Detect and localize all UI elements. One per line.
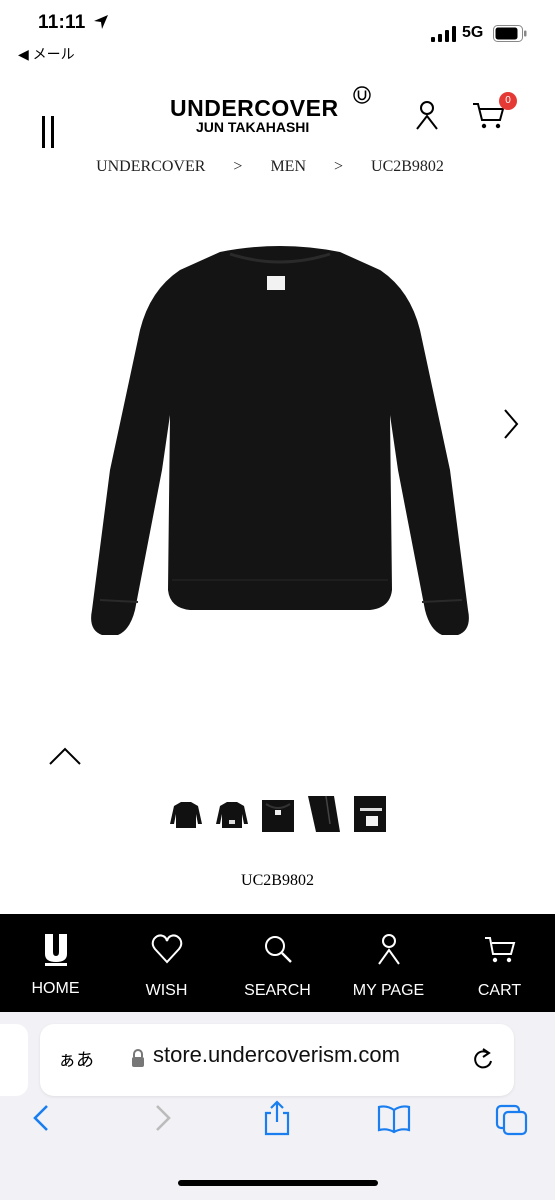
user-icon	[378, 934, 400, 965]
user-icon[interactable]	[414, 100, 440, 130]
brand-designer: JUN TAKAHASHI	[196, 119, 310, 135]
breadcrumb-separator: >	[233, 158, 243, 175]
tabs-icon[interactable]	[495, 1100, 529, 1136]
nav-my-page[interactable]: MY PAGE	[333, 914, 444, 1012]
share-icon[interactable]	[260, 1100, 294, 1136]
thumbnail-strip	[168, 794, 388, 834]
nav-wish-label: WISH	[145, 982, 188, 999]
bottom-nav: HOME WISH SEARCH MY PAGE CART	[0, 914, 555, 1012]
u-logo-icon	[45, 934, 67, 966]
breadcrumb-separator: >	[334, 158, 344, 175]
u-logo-icon	[353, 86, 371, 104]
product-sku: UC2B9802	[241, 872, 314, 889]
product-image[interactable]	[80, 240, 480, 650]
heart-icon	[151, 934, 183, 964]
battery-icon	[493, 25, 527, 42]
brand-logo[interactable]: UNDERCOVER JUN TAKAHASHI	[170, 86, 371, 135]
scroll-up-arrow-icon[interactable]	[48, 746, 82, 766]
thumbnail-back[interactable]	[214, 794, 250, 834]
thumbnail-detail-hem[interactable]	[306, 794, 342, 834]
lock-icon	[132, 1049, 144, 1067]
nav-home[interactable]: HOME	[0, 914, 111, 1012]
cart-icon	[485, 937, 516, 963]
search-icon	[265, 936, 292, 963]
breadcrumb: UNDERCOVER > MEN > UC2B9802	[0, 158, 540, 176]
back-arrow-icon[interactable]	[25, 1100, 59, 1136]
breadcrumb-item-men[interactable]: MEN	[270, 158, 306, 175]
network-type: 5G	[462, 24, 484, 41]
signal-icon	[431, 26, 456, 42]
nav-cart[interactable]: CART	[444, 914, 555, 1012]
status-time: 11:11	[38, 12, 86, 33]
nav-home-label: HOME	[31, 980, 80, 997]
location-arrow-icon	[94, 15, 108, 29]
previous-tab-preview[interactable]	[0, 1024, 28, 1096]
home-indicator	[178, 1180, 378, 1186]
forward-arrow-icon[interactable]	[145, 1100, 179, 1136]
breadcrumb-item-sku: UC2B9802	[371, 158, 444, 175]
bookmarks-icon[interactable]	[377, 1100, 411, 1136]
nav-search-label: SEARCH	[244, 982, 311, 999]
url-text[interactable]: store.undercoverism.com	[153, 1042, 400, 1068]
back-to-mail-link[interactable]: ◀ メール	[18, 44, 75, 64]
reload-icon[interactable]	[470, 1046, 496, 1074]
thumbnail-front[interactable]	[168, 794, 204, 834]
breadcrumb-item-brand[interactable]: UNDERCOVER	[96, 158, 205, 175]
nav-cart-label: CART	[477, 982, 522, 999]
brand-name: UNDERCOVER	[170, 95, 339, 121]
nav-my-page-label: MY PAGE	[352, 982, 425, 999]
reader-options-button[interactable]: ぁあ	[58, 1046, 94, 1072]
nav-search[interactable]: SEARCH	[222, 914, 333, 1012]
next-image-arrow-icon[interactable]	[502, 408, 520, 440]
thumbnail-detail-collar[interactable]	[260, 794, 296, 834]
menu-icon[interactable]	[40, 116, 56, 148]
thumbnail-detail-label[interactable]	[352, 794, 388, 834]
cart-count-badge: 0	[499, 92, 517, 110]
nav-wish[interactable]: WISH	[111, 914, 222, 1012]
address-bar[interactable]: ぁあ store.undercoverism.com	[40, 1024, 514, 1096]
